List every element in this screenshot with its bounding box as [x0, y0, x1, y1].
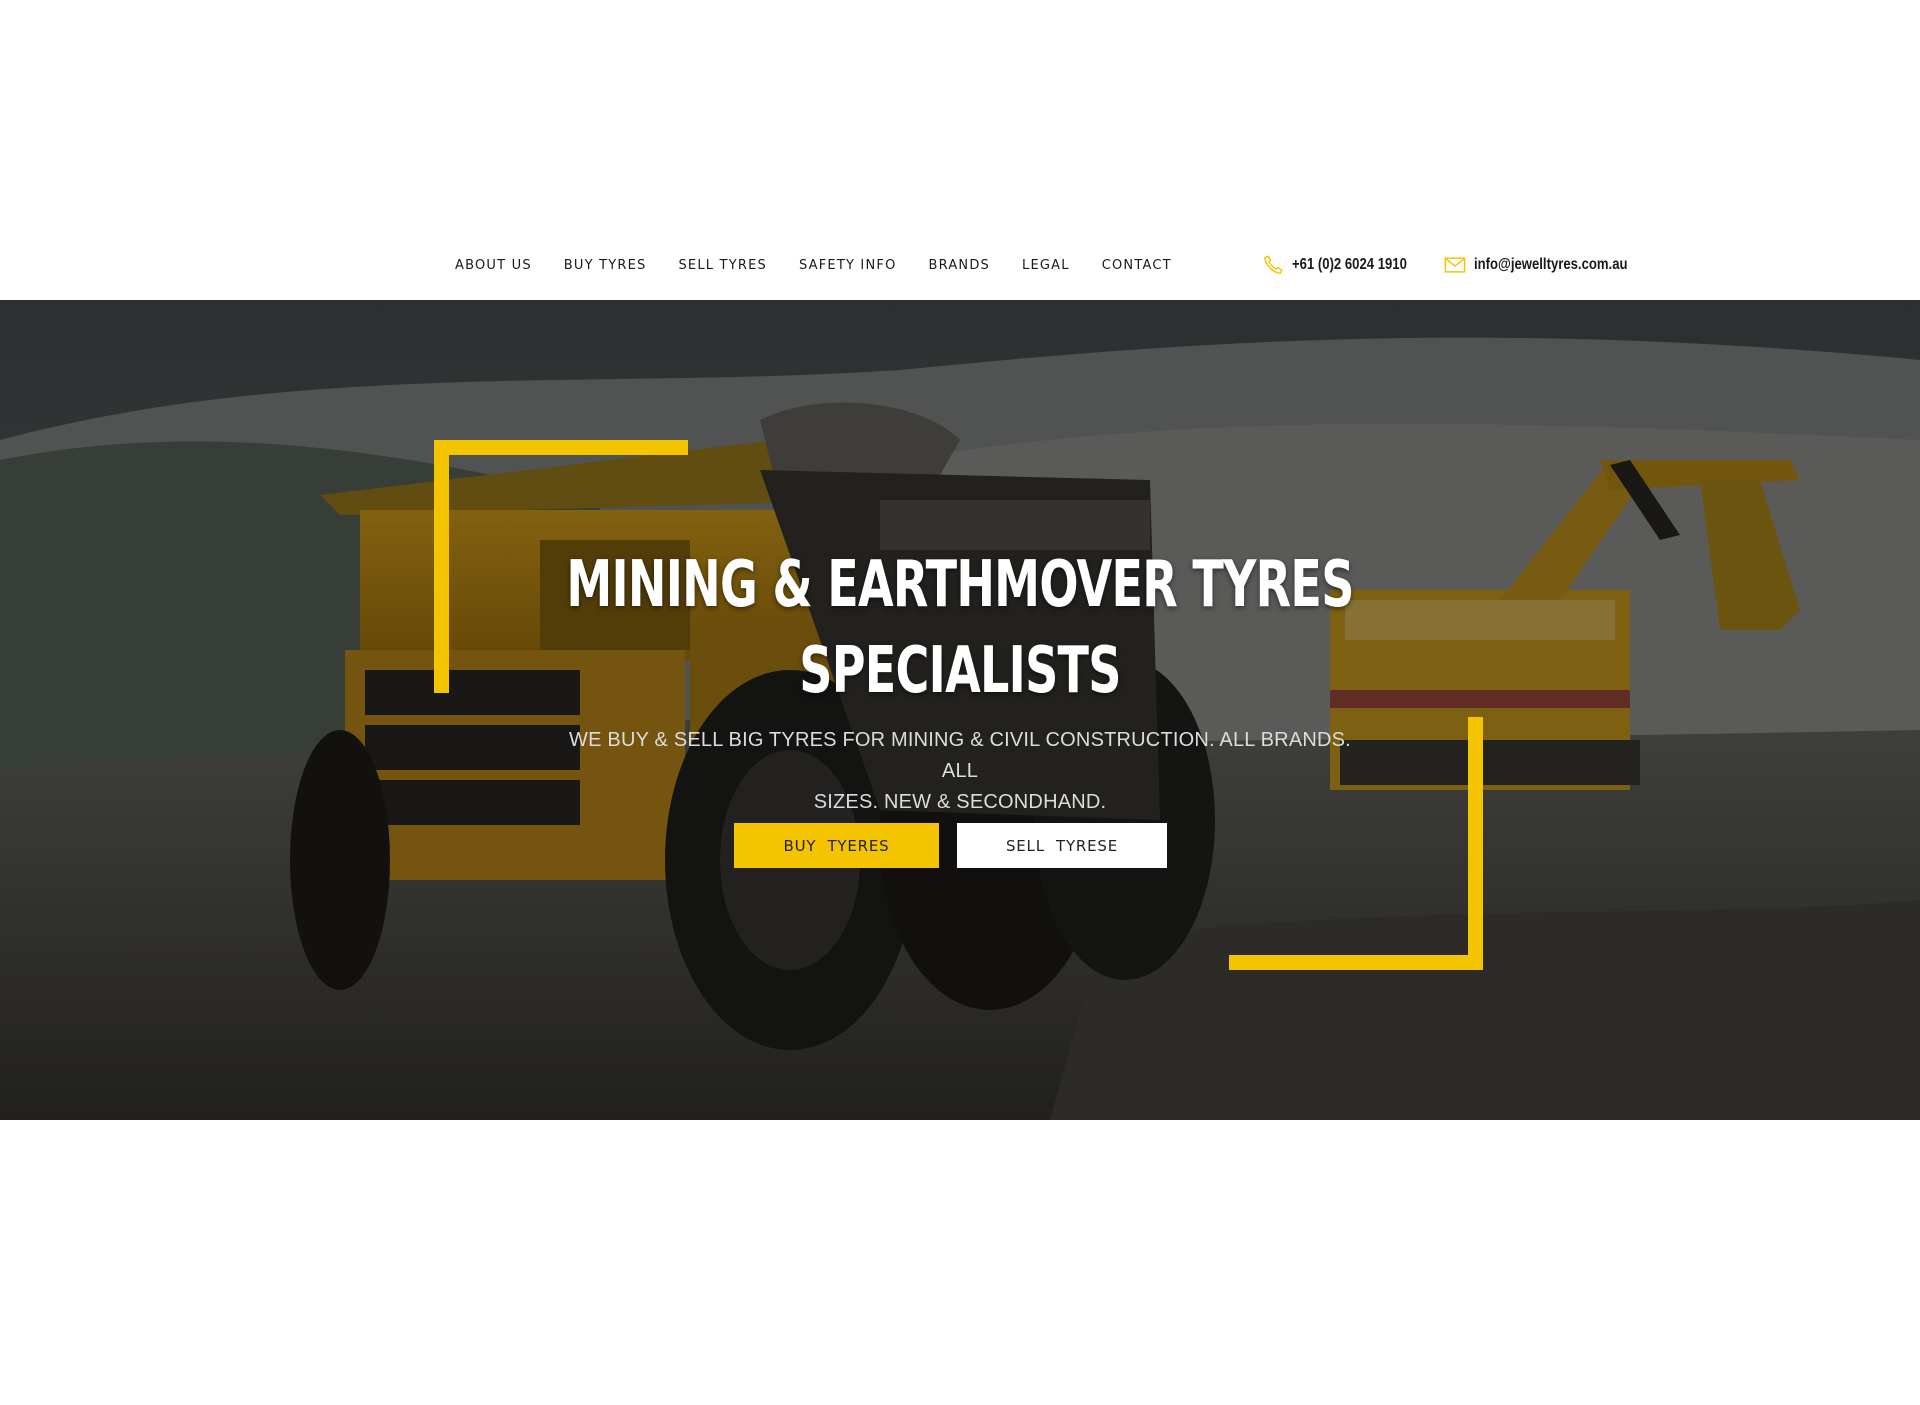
footer-blank-area — [0, 1120, 1920, 1405]
email-address: info@jewelltyres.com.au — [1474, 256, 1628, 273]
email-link[interactable]: info@jewelltyres.com.au — [1444, 256, 1661, 274]
nav-item-contact[interactable]: CONTACT — [1102, 258, 1172, 273]
nav-item-safety-info[interactable]: SAFETY INFO — [799, 258, 897, 273]
phone-icon — [1264, 255, 1283, 274]
nav-item-brands[interactable]: BRANDS — [929, 258, 991, 273]
hero-subtitle-line-1: WE BUY & SELL BIG TYRES FOR MINING & CIV… — [569, 729, 1351, 782]
nav-item-legal[interactable]: LEGAL — [1022, 258, 1070, 273]
bracket-bottom-right-vertical — [1468, 717, 1483, 970]
bracket-bottom-right-horizontal — [1229, 955, 1483, 970]
phone-number: +61 (0)2 6024 1910 — [1292, 256, 1407, 273]
header-blank-area — [0, 0, 1920, 230]
nav-item-sell-tyres[interactable]: SELL TYRES — [678, 258, 766, 273]
nav-item-buy-tyres[interactable]: BUY TYRES — [564, 258, 647, 273]
hero-subtitle: WE BUY & SELL BIG TYRES FOR MINING & CIV… — [550, 725, 1370, 818]
buy-tyres-button[interactable]: BUY TYERES — [734, 823, 939, 868]
hero-subtitle-line-2: SIZES. NEW & SECONDHAND. — [813, 791, 1107, 813]
nav-contact-info: +61 (0)2 6024 1910 info@jewelltyres.com.… — [1262, 230, 1685, 300]
phone-link[interactable]: +61 (0)2 6024 1910 — [1262, 254, 1432, 276]
hero-title-line-1: MINING & EARTHMOVER TYRES — [566, 548, 1354, 622]
nav-item-about-us[interactable]: ABOUT US — [455, 258, 532, 273]
bracket-top-left-horizontal — [434, 440, 688, 455]
hero-title: MINING & EARTHMOVER TYRES SPECIALISTS — [269, 542, 1651, 714]
nav-menu: ABOUT US BUY TYRES SELL TYRES SAFETY INF… — [455, 230, 1204, 300]
hero-banner: MINING & EARTHMOVER TYRES SPECIALISTS WE… — [0, 300, 1920, 1120]
main-navbar: ABOUT US BUY TYRES SELL TYRES SAFETY INF… — [0, 230, 1920, 300]
envelope-icon — [1444, 257, 1466, 273]
hero-title-line-2: SPECIALISTS — [799, 634, 1121, 708]
sell-tyres-button[interactable]: SELL TYRESE — [957, 823, 1167, 868]
